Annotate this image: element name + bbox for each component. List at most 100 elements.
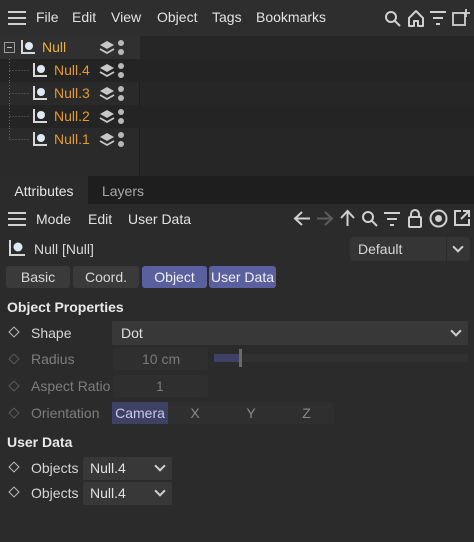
menu-edit[interactable]: Edit <box>72 9 96 25</box>
objects-dropdown[interactable]: Null.4 <box>83 457 172 480</box>
object-label[interactable]: Null.2 <box>54 108 90 124</box>
visibility-dots-icon[interactable] <box>117 62 125 79</box>
tab-layers[interactable]: Layers <box>88 176 158 204</box>
keyframe-diamond-icon[interactable] <box>8 461 20 473</box>
tag-area-row <box>140 59 474 82</box>
dropdown-divider <box>446 237 447 261</box>
object-manager-menubar: File Edit View Object Tags Bookmarks <box>0 0 474 36</box>
tag-area-row <box>140 105 474 128</box>
target-icon[interactable] <box>429 209 448 228</box>
visibility-dots-icon[interactable] <box>117 108 125 125</box>
radius-slider-track <box>214 349 468 367</box>
menu-mode[interactable]: Mode <box>36 211 71 227</box>
aspect-ratio-field: 1 <box>113 375 208 397</box>
object-label[interactable]: Null.4 <box>54 62 90 78</box>
tree-row-null-3[interactable]: Null.3 <box>0 82 140 105</box>
aspect-ratio-value: 1 <box>156 378 164 394</box>
objects-dropdown[interactable]: Null.4 <box>83 482 172 505</box>
objects-value: Null.4 <box>90 460 126 476</box>
forward-arrow-icon[interactable] <box>316 210 334 227</box>
shape-label: Shape <box>31 325 72 341</box>
menu-edit[interactable]: Edit <box>88 211 112 227</box>
search-icon[interactable] <box>361 210 379 228</box>
visibility-dots-icon[interactable] <box>117 131 125 148</box>
null-object-icon <box>33 86 47 100</box>
tree-connector <box>9 59 29 82</box>
menu-tags[interactable]: Tags <box>212 9 242 25</box>
orientation-label: Orientation <box>31 405 100 421</box>
filter-icon[interactable] <box>430 11 446 25</box>
section-object-properties: Object Properties <box>7 299 124 315</box>
keyframe-diamond-icon <box>8 407 20 419</box>
tree-row-null-4[interactable]: Null.4 <box>0 59 140 82</box>
keyframe-diamond-icon[interactable] <box>8 486 20 498</box>
chevron-down-icon <box>450 325 462 337</box>
filter-icon[interactable] <box>384 212 400 226</box>
visibility-dots-icon[interactable] <box>117 85 125 102</box>
new-window-icon[interactable] <box>453 209 471 227</box>
tab-basic[interactable]: Basic <box>6 266 70 288</box>
object-manager: File Edit View Object Tags Bookmarks Nul… <box>0 0 474 176</box>
menu-view[interactable]: View <box>111 9 141 25</box>
menu-user-data[interactable]: User Data <box>128 211 191 227</box>
attributes-toolbar: Mode Edit User Data <box>0 204 474 234</box>
tab-coord[interactable]: Coord. <box>73 266 139 288</box>
panel-tabbar: Attributes Layers <box>0 176 474 204</box>
layer-icon[interactable] <box>99 86 115 101</box>
layer-icon[interactable] <box>99 109 115 124</box>
tab-attributes[interactable]: Attributes <box>0 176 88 204</box>
null-object-icon <box>9 240 25 256</box>
object-label[interactable]: Null.3 <box>54 85 90 101</box>
menu-file[interactable]: File <box>36 9 59 25</box>
radius-label: Radius <box>31 351 75 367</box>
menu-bookmarks[interactable]: Bookmarks <box>256 9 326 25</box>
search-icon[interactable] <box>384 10 402 28</box>
preset-value: Default <box>358 241 403 257</box>
object-label[interactable]: Null.1 <box>54 131 90 147</box>
layer-icon[interactable] <box>99 40 115 55</box>
visibility-dots-icon[interactable] <box>117 39 125 56</box>
layer-icon[interactable] <box>99 63 115 78</box>
collapse-icon[interactable] <box>4 42 15 53</box>
chevron-down-icon <box>452 241 464 253</box>
keyframe-diamond-icon <box>8 380 20 392</box>
lock-icon[interactable] <box>407 209 423 228</box>
objects-value: Null.4 <box>90 485 126 501</box>
home-icon[interactable] <box>407 9 425 28</box>
tab-object[interactable]: Object <box>142 266 207 288</box>
shape-value: Dot <box>121 325 143 341</box>
null-object-icon <box>33 132 47 146</box>
orientation-z: Z <box>302 405 311 421</box>
keyframe-diamond-icon[interactable] <box>8 326 20 338</box>
object-tree: Null Null.4 Null.3 Null.2 Null.1 <box>0 36 140 176</box>
objects-label: Objects <box>31 460 79 476</box>
radius-value: 10 cm <box>142 351 181 367</box>
orientation-camera: Camera <box>112 402 168 424</box>
tree-connector <box>9 128 29 140</box>
tree-row-null[interactable]: Null <box>0 36 140 59</box>
tree-connector <box>9 105 29 128</box>
radius-slider-handle <box>239 349 242 367</box>
layer-icon[interactable] <box>99 132 115 147</box>
tab-user-data[interactable]: User Data <box>209 266 276 288</box>
aspect-ratio-label: Aspect Ratio <box>31 378 111 394</box>
back-arrow-icon[interactable] <box>293 210 311 227</box>
chevron-down-icon <box>154 485 166 497</box>
object-label[interactable]: Null <box>42 39 66 55</box>
keyframe-diamond-icon <box>8 353 20 365</box>
section-user-data: User Data <box>7 434 73 450</box>
object-title: Null [Null] <box>34 241 94 257</box>
orientation-y: Y <box>246 405 256 421</box>
tree-row-null-1[interactable]: Null.1 <box>0 128 140 151</box>
shape-dropdown[interactable]: Dot <box>112 321 468 345</box>
hamburger-icon[interactable] <box>8 212 26 226</box>
preset-dropdown[interactable]: Default <box>350 237 470 261</box>
menu-object[interactable]: Object <box>157 9 197 25</box>
tree-connector <box>9 82 29 105</box>
null-object-icon <box>21 40 35 54</box>
add-panel-icon[interactable] <box>452 9 470 27</box>
tree-row-null-2[interactable]: Null.2 <box>0 105 140 128</box>
hamburger-icon[interactable] <box>8 11 26 25</box>
objects-label: Objects <box>31 485 79 501</box>
up-arrow-icon[interactable] <box>339 209 356 227</box>
